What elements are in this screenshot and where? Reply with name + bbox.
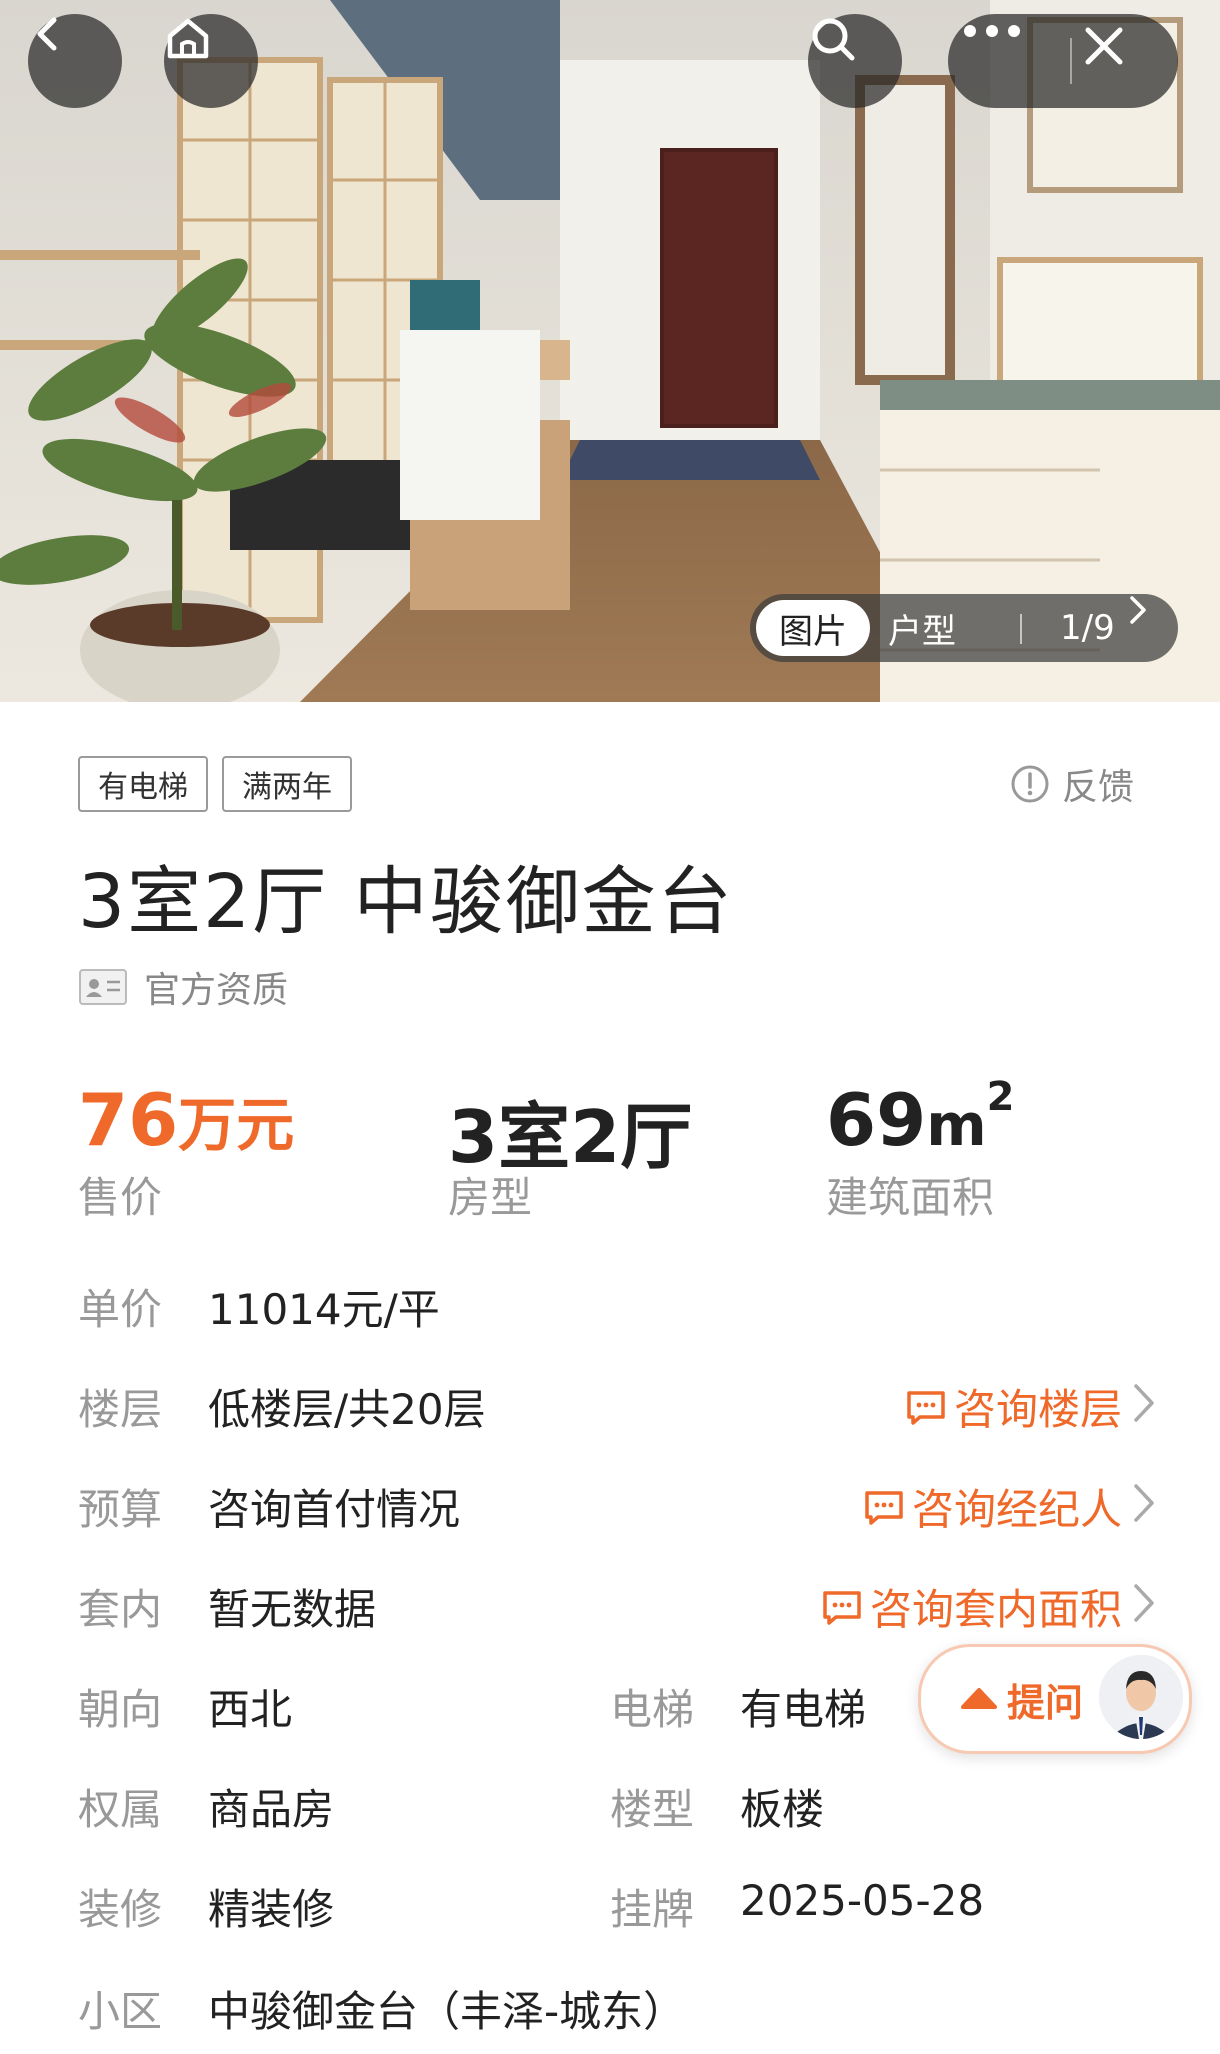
gallery-tabs: 图片 户型 1/9 bbox=[750, 594, 1178, 662]
layout-label: 房型 bbox=[448, 1173, 533, 1222]
community-label: 小区 bbox=[78, 1987, 163, 2036]
triangle-up-icon bbox=[961, 1688, 997, 1709]
feedback-label: 反馈 bbox=[1062, 767, 1135, 808]
search-icon bbox=[812, 18, 855, 61]
ask-inner-area-link[interactable]: 咨询套内面积 bbox=[820, 1576, 1122, 1637]
ask-question-label: 提问 bbox=[1007, 1680, 1084, 1725]
gallery-counter: 1/9 bbox=[1060, 608, 1115, 648]
tab-floorplan[interactable]: 户型 bbox=[888, 594, 956, 662]
chat-icon bbox=[823, 1590, 861, 1625]
listed-date-value: 2025-05-28 bbox=[740, 1876, 985, 1925]
community-value[interactable]: 中骏御金台（丰泽-城东） bbox=[208, 1978, 685, 2039]
area-number: 69 bbox=[826, 1078, 927, 1162]
capsule-menu bbox=[948, 14, 1178, 108]
price-value: 76万元 bbox=[78, 1078, 294, 1162]
area-value: 69m2 bbox=[826, 1074, 1014, 1162]
area-unit: m bbox=[926, 1091, 987, 1159]
ask-floor-link[interactable]: 咨询楼层 bbox=[904, 1376, 1122, 1437]
ownership-label: 权属 bbox=[78, 1785, 163, 1834]
agent-avatar bbox=[1099, 1655, 1183, 1739]
more-button[interactable] bbox=[962, 24, 1062, 98]
orientation-value: 西北 bbox=[208, 1685, 293, 1734]
ask-question-button[interactable]: 提问 bbox=[918, 1644, 1192, 1754]
floor-label: 楼层 bbox=[78, 1385, 163, 1434]
ownership-value: 商品房 bbox=[208, 1785, 335, 1834]
listing-photo[interactable]: 图片 户型 1/9 bbox=[0, 0, 1220, 702]
tag-elevator: 有电梯 bbox=[78, 756, 208, 812]
listing-title: 3室2厅 中骏御金台 bbox=[78, 859, 734, 945]
price-unit: 万元 bbox=[178, 1091, 295, 1159]
gallery-next-button[interactable] bbox=[1128, 594, 1168, 662]
agent-portrait bbox=[1099, 1655, 1183, 1739]
close-icon bbox=[1085, 27, 1123, 65]
elevator-label: 电梯 bbox=[610, 1685, 695, 1734]
tag-over-two-years: 满两年 bbox=[222, 756, 352, 812]
home-icon bbox=[167, 18, 209, 59]
elevator-value: 有电梯 bbox=[740, 1685, 867, 1734]
tab-photos[interactable]: 图片 bbox=[756, 600, 870, 656]
ask-agent-link[interactable]: 咨询经纪人 bbox=[862, 1476, 1122, 1537]
listed-date-label: 挂牌 bbox=[610, 1885, 695, 1934]
home-button[interactable] bbox=[164, 14, 258, 108]
back-arrow-icon bbox=[37, 17, 57, 51]
chat-icon bbox=[865, 1490, 903, 1525]
price-label: 售价 bbox=[78, 1173, 163, 1222]
unit-price-label: 单价 bbox=[78, 1285, 163, 1334]
qualification-label: 官方资质 bbox=[144, 970, 289, 1011]
decoration-value: 精装修 bbox=[208, 1885, 335, 1934]
more-dots-icon bbox=[964, 25, 1020, 37]
search-button[interactable] bbox=[808, 14, 902, 108]
official-qualification[interactable]: 官方资质 bbox=[78, 962, 288, 1012]
gallery-tab-divider bbox=[1020, 614, 1022, 644]
floor-value: 低楼层/共20层 bbox=[208, 1385, 486, 1434]
ask-inner-area-label: 咨询套内面积 bbox=[869, 1585, 1122, 1634]
ask-floor-label: 咨询楼层 bbox=[953, 1385, 1122, 1434]
capsule-divider bbox=[1070, 38, 1072, 84]
inner-area-value: 暂无数据 bbox=[208, 1585, 377, 1634]
orientation-label: 朝向 bbox=[78, 1685, 163, 1734]
budget-label: 预算 bbox=[78, 1485, 163, 1534]
building-type-value: 板楼 bbox=[740, 1785, 825, 1834]
budget-value: 咨询首付情况 bbox=[208, 1485, 461, 1534]
area-superscript: 2 bbox=[986, 1074, 1015, 1120]
inner-area-label: 套内 bbox=[78, 1585, 163, 1634]
chevron-right-icon bbox=[1134, 1584, 1154, 1622]
close-button[interactable] bbox=[1082, 24, 1168, 98]
info-circle-icon bbox=[1011, 765, 1049, 803]
id-card-icon bbox=[79, 969, 127, 1005]
building-type-label: 楼型 bbox=[610, 1785, 695, 1834]
ask-agent-label: 咨询经纪人 bbox=[911, 1485, 1122, 1534]
unit-price-value: 11014元/平 bbox=[208, 1285, 440, 1334]
decoration-label: 装修 bbox=[78, 1885, 163, 1934]
chevron-right-icon bbox=[1130, 596, 1146, 624]
back-button[interactable] bbox=[28, 14, 122, 108]
price-number: 76 bbox=[78, 1078, 179, 1162]
feedback-button[interactable]: 反馈 bbox=[1010, 758, 1134, 810]
chat-icon bbox=[907, 1390, 945, 1425]
chevron-right-icon bbox=[1134, 1484, 1154, 1522]
chevron-right-icon bbox=[1134, 1384, 1154, 1422]
area-label: 建筑面积 bbox=[826, 1173, 995, 1222]
